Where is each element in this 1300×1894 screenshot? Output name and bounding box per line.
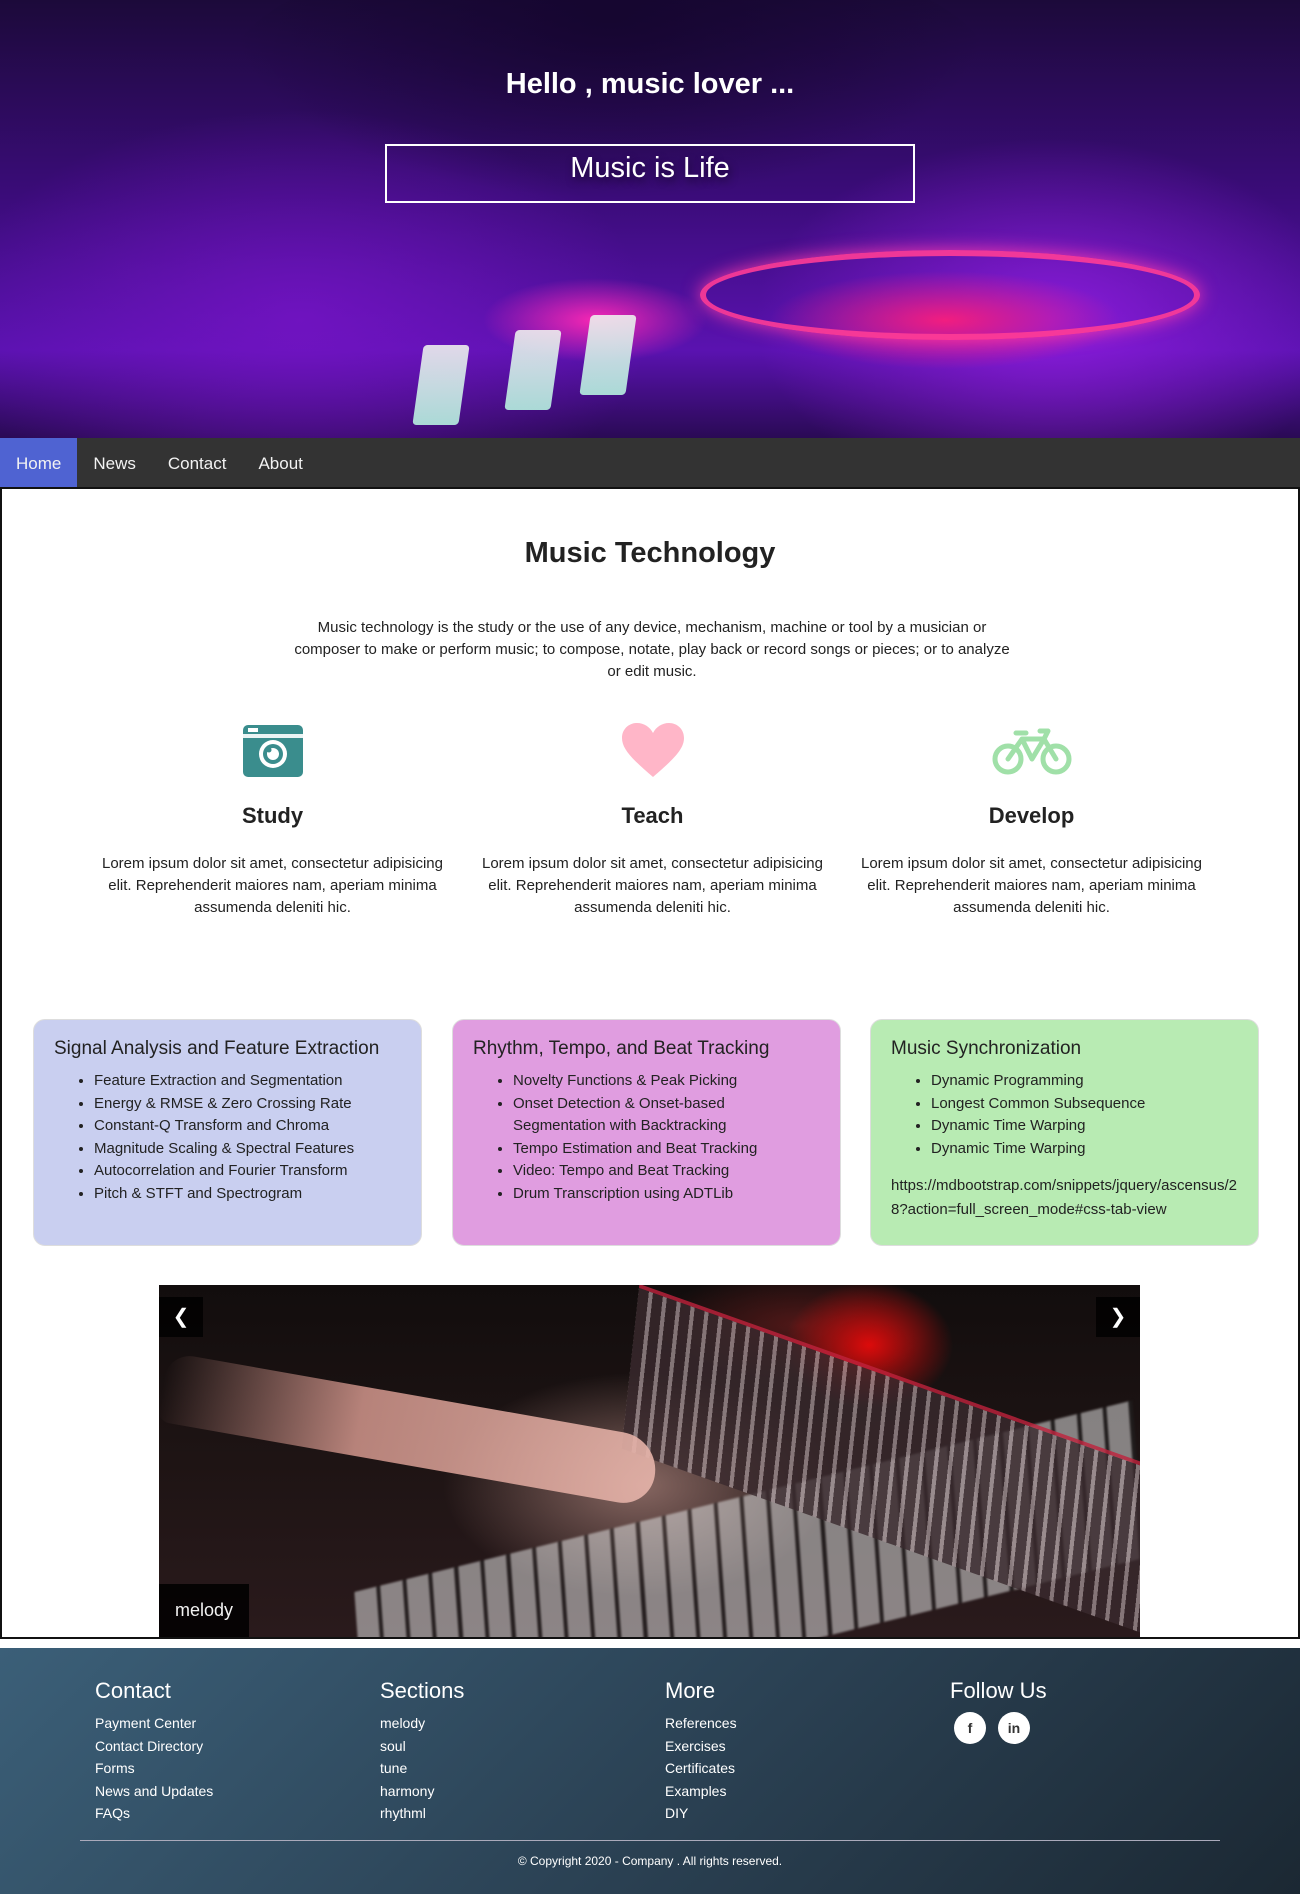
list-item: Drum Transcription using ADTLib <box>513 1183 820 1206</box>
heart-icon <box>480 721 825 781</box>
hero-turntable-ring <box>700 250 1200 340</box>
facebook-icon[interactable]: f <box>954 1712 986 1744</box>
card-title: Signal Analysis and Feature Extraction <box>54 1038 380 1059</box>
slider-next-button[interactable]: ❯ <box>1096 1297 1140 1337</box>
list-item: Longest Common Subsequence <box>931 1093 1238 1116</box>
nav-news[interactable]: News <box>77 438 152 490</box>
footer-link[interactable]: Forms <box>95 1757 213 1780</box>
hero-tagline: Music is Life <box>385 144 915 203</box>
list-item: Magnitude Scaling & Spectral Features <box>94 1138 401 1161</box>
nav-home[interactable]: Home <box>0 438 78 490</box>
hero-fader <box>504 330 562 410</box>
camera-icon <box>100 721 445 781</box>
slider-prev-button[interactable]: ❮ <box>159 1297 203 1337</box>
hero-fader <box>579 315 637 395</box>
feature-text: Lorem ipsum dolor sit amet, consectetur … <box>482 855 823 916</box>
footer-link[interactable]: harmony <box>380 1780 464 1803</box>
footer-link[interactable]: Payment Center <box>95 1712 213 1735</box>
list-item: Onset Detection & Onset-based Segmentati… <box>513 1093 820 1138</box>
footer-contact-column: Contact Payment Center Contact Directory… <box>95 1678 213 1825</box>
footer-heading: Follow Us <box>950 1678 1047 1703</box>
card-link[interactable]: https://mdbootstrap.com/snippets/jquery/… <box>891 1174 1238 1222</box>
footer-heading: Contact <box>95 1678 171 1703</box>
top-nav: Home News Contact About <box>0 438 1300 490</box>
hero-title: Hello , music lover ... <box>505 68 795 100</box>
hero-fader <box>412 345 470 425</box>
footer-link[interactable]: melody <box>380 1712 464 1735</box>
nav-contact[interactable]: Contact <box>152 438 243 490</box>
list-item: Video: Tempo and Beat Tracking <box>513 1160 820 1183</box>
feature-teach: Teach Lorem ipsum dolor sit amet, consec… <box>480 721 825 919</box>
main-content: Music Technology Music technology is the… <box>0 487 1300 1639</box>
feature-title: Develop <box>988 803 1075 828</box>
card-title: Music Synchronization <box>891 1038 1082 1059</box>
feature-study: Study Lorem ipsum dolor sit amet, consec… <box>100 721 445 919</box>
bicycle-icon <box>859 721 1204 781</box>
feature-title: Study <box>241 803 304 828</box>
card-title: Rhythm, Tempo, and Beat Tracking <box>473 1038 770 1059</box>
footer-follow-column: Follow Us f in <box>950 1678 1047 1744</box>
card-music-sync: Music Synchronization Dynamic Programmin… <box>870 1019 1259 1246</box>
feature-develop: Develop Lorem ipsum dolor sit amet, cons… <box>859 721 1204 919</box>
list-item: Dynamic Programming <box>931 1070 1238 1093</box>
hero-banner: Hello , music lover ... Music is Life <box>0 0 1300 438</box>
list-item: Pitch & STFT and Spectrogram <box>94 1183 401 1206</box>
feature-text: Lorem ipsum dolor sit amet, consectetur … <box>102 855 443 916</box>
footer-link[interactable]: Exercises <box>665 1735 737 1758</box>
image-slider: ❮ ❯ melody <box>159 1285 1140 1637</box>
list-item: Energy & RMSE & Zero Crossing Rate <box>94 1093 401 1116</box>
footer-link[interactable]: FAQs <box>95 1802 213 1825</box>
list-item: Tempo Estimation and Beat Tracking <box>513 1138 820 1161</box>
linkedin-icon[interactable]: in <box>998 1712 1030 1744</box>
intro-text: Music technology is the study or the use… <box>294 619 1010 680</box>
list-item: Dynamic Time Warping <box>931 1115 1238 1138</box>
list-item: Autocorrelation and Fourier Transform <box>94 1160 401 1183</box>
card-list: Novelty Functions & Peak Picking Onset D… <box>513 1070 820 1205</box>
footer-sections-column: Sections melody soul tune harmony rhythm… <box>380 1678 464 1825</box>
footer-link[interactable]: DIY <box>665 1802 737 1825</box>
social-links: f in <box>954 1712 1047 1744</box>
footer-divider <box>80 1840 1220 1841</box>
slide-hand-shape <box>159 1352 662 1508</box>
copyright-text: © Copyright 2020 - Company . All rights … <box>517 1854 783 1868</box>
footer-link[interactable]: tune <box>380 1757 464 1780</box>
footer-heading: More <box>665 1678 716 1703</box>
footer-link[interactable]: References <box>665 1712 737 1735</box>
footer-link[interactable]: News and Updates <box>95 1780 213 1803</box>
list-item: Novelty Functions & Peak Picking <box>513 1070 820 1093</box>
card-list: Dynamic Programming Longest Common Subse… <box>931 1070 1238 1160</box>
nav-about[interactable]: About <box>242 438 318 490</box>
list-item: Dynamic Time Warping <box>931 1138 1238 1161</box>
slide-caption: melody <box>159 1584 250 1637</box>
footer: Contact Payment Center Contact Directory… <box>0 1648 1300 1894</box>
feature-title: Teach <box>621 803 684 828</box>
card-rhythm-tempo: Rhythm, Tempo, and Beat Tracking Novelty… <box>452 1019 841 1246</box>
footer-link[interactable]: rhythml <box>380 1802 464 1825</box>
feature-text: Lorem ipsum dolor sit amet, consectetur … <box>861 855 1202 916</box>
footer-heading: Sections <box>380 1678 465 1703</box>
footer-link[interactable]: Contact Directory <box>95 1735 213 1758</box>
list-item: Constant-Q Transform and Chroma <box>94 1115 401 1138</box>
footer-link[interactable]: soul <box>380 1735 464 1758</box>
footer-link[interactable]: Examples <box>665 1780 737 1803</box>
footer-link[interactable]: Certificates <box>665 1757 737 1780</box>
card-signal-analysis: Signal Analysis and Feature Extraction F… <box>33 1019 422 1246</box>
list-item: Feature Extraction and Segmentation <box>94 1070 401 1093</box>
card-list: Feature Extraction and Segmentation Ener… <box>94 1070 401 1205</box>
page-title: Music Technology <box>524 537 776 569</box>
footer-more-column: More References Exercises Certificates E… <box>665 1678 737 1825</box>
